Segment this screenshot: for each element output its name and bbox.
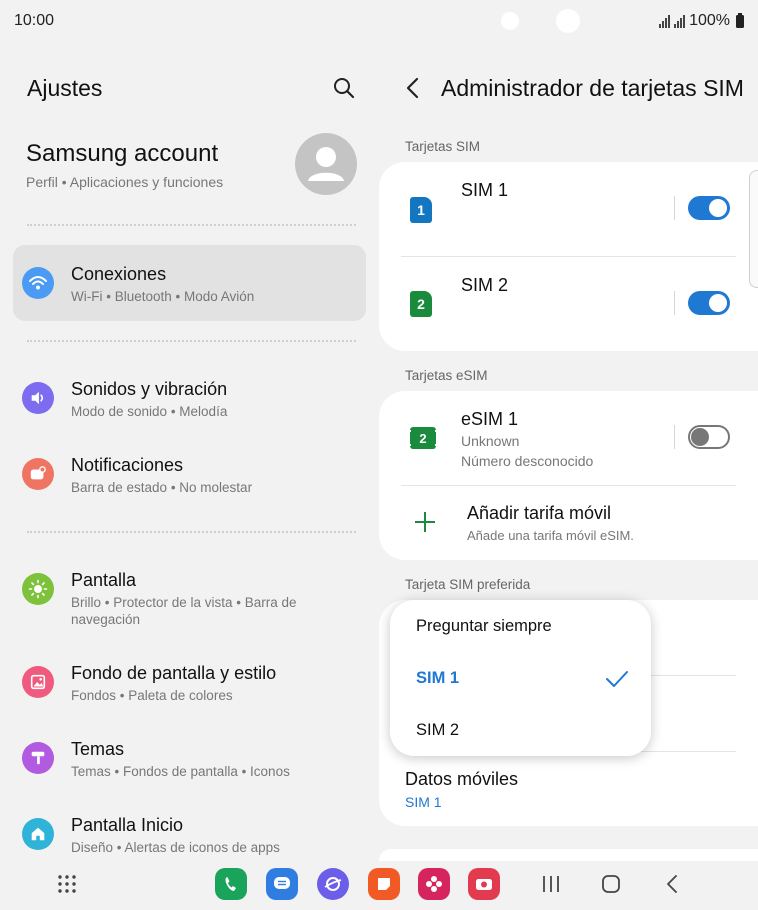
camera-app-icon[interactable] — [468, 868, 500, 900]
esim1-toggle[interactable] — [688, 425, 730, 449]
sun-icon — [22, 573, 54, 605]
back-button-icon[interactable] — [663, 874, 683, 894]
messages-app-icon[interactable] — [266, 868, 298, 900]
option-sim2[interactable]: SIM 2 — [416, 721, 459, 740]
divider — [401, 256, 736, 257]
avatar[interactable] — [295, 133, 357, 195]
notification-icon — [22, 458, 54, 490]
settings-item-subtitle: Fondos • Paleta de colores — [71, 688, 233, 703]
check-icon — [606, 671, 628, 687]
camera-cutout — [501, 12, 519, 30]
samsung-account[interactable]: Samsung account Perfil • Aplicaciones y … — [26, 140, 223, 190]
search-icon[interactable] — [332, 76, 356, 100]
esim1-label: eSIM 1 — [461, 409, 519, 429]
status-icons: 100% — [659, 12, 744, 30]
divider — [27, 224, 356, 226]
separator — [674, 196, 675, 220]
screen: 10:00 100% Ajustes Samsung account Perfi… — [0, 0, 758, 910]
settings-item-title: Pantalla Inicio — [71, 815, 184, 835]
settings-item-title: Fondo de pantalla y estilo — [71, 663, 277, 683]
person-icon — [308, 147, 344, 181]
esim1-number: Número desconocido — [461, 453, 594, 469]
settings-item-subtitle: Wi-Fi • Bluetooth • Modo Avión — [71, 289, 255, 304]
volume-icon — [22, 382, 54, 414]
wallpaper-icon — [22, 666, 54, 698]
settings-item-subtitle: Brillo • Protector de la vista • Barra d… — [71, 595, 297, 627]
section-label-sim: Tarjetas SIM — [405, 139, 481, 154]
gallery-app-icon[interactable] — [418, 868, 450, 900]
signal-icon — [674, 14, 686, 28]
sim1-card-icon: 1 — [410, 197, 432, 223]
settings-item-title: Notificaciones — [71, 455, 184, 475]
battery-icon — [736, 12, 744, 28]
esim-card-icon: 2 — [408, 427, 438, 449]
settings-item-title: Sonidos y vibración — [71, 379, 228, 399]
mobile-data-title: Datos móviles — [405, 769, 519, 789]
preferred-sim-dropdown: Preguntar siempre SIM 1 SIM 2 — [390, 600, 651, 756]
add-plan-title: Añadir tarifa móvil — [467, 503, 612, 523]
settings-item-subtitle: Modo de sonido • Melodía — [71, 404, 228, 419]
settings-item-themes[interactable]: Temas Temas • Fondos de pantalla • Icono… — [13, 720, 366, 796]
home-icon — [22, 818, 54, 850]
recents-icon[interactable] — [541, 874, 561, 894]
settings-item-sounds[interactable]: Sonidos y vibración Modo de sonido • Mel… — [13, 360, 366, 436]
option-sim1[interactable]: SIM 1 — [416, 669, 459, 688]
section-label-esim: Tarjetas eSIM — [405, 368, 488, 383]
phone-app-icon[interactable] — [215, 868, 247, 900]
camera-cutout — [556, 9, 580, 33]
esim1-status: Unknown — [461, 433, 520, 449]
battery-percent: 100% — [689, 12, 730, 29]
account-name: Samsung account — [26, 140, 219, 167]
settings-item-subtitle: Diseño • Alertas de iconos de apps — [71, 840, 280, 855]
option-ask-always[interactable]: Preguntar siempre — [416, 617, 552, 636]
internet-app-icon[interactable] — [317, 868, 349, 900]
page-title: Ajustes — [27, 75, 103, 101]
plus-icon — [415, 512, 435, 532]
settings-item-display[interactable]: Pantalla Brillo • Protector de la vista … — [13, 551, 366, 637]
settings-item-title: Temas — [71, 739, 125, 759]
back-arrow-icon[interactable] — [402, 76, 424, 100]
divider — [401, 485, 736, 486]
settings-item-notifications[interactable]: Notificaciones Barra de estado • No mole… — [13, 436, 366, 512]
section-label-preferred: Tarjeta SIM preferida — [405, 577, 531, 592]
sim2-card-icon: 2 — [410, 291, 432, 317]
mobile-data-value: SIM 1 — [405, 794, 442, 810]
settings-item-connections[interactable]: Conexiones Wi-Fi • Bluetooth • Modo Avió… — [13, 245, 366, 321]
esim-card: 2 eSIM 1 Unknown Número desconocido Añad… — [379, 391, 758, 560]
separator — [674, 425, 675, 449]
sim1-label: SIM 1 — [461, 180, 509, 200]
settings-item-subtitle: Temas • Fondos de pantalla • Iconos — [71, 764, 290, 779]
page-title: Administrador de tarjetas SIM — [441, 75, 744, 101]
apps-grid-icon[interactable] — [57, 874, 77, 894]
notes-app-icon[interactable] — [368, 868, 400, 900]
sim1-toggle[interactable] — [688, 196, 730, 220]
settings-item-title: Pantalla — [71, 570, 137, 590]
sim2-label: SIM 2 — [461, 275, 509, 295]
status-bar: 10:00 100% — [0, 0, 758, 44]
settings-item-wallpaper[interactable]: Fondo de pantalla y estilo Fondos • Pale… — [13, 644, 366, 720]
divider — [27, 531, 356, 533]
taskbar — [0, 860, 758, 910]
signal-icon — [659, 14, 671, 28]
sim-cards-card: 1 SIM 1 2 SIM 2 — [379, 162, 758, 351]
scrollbar[interactable] — [749, 170, 758, 288]
settings-item-title: Conexiones — [71, 264, 167, 284]
account-subtitle: Perfil • Aplicaciones y funciones — [26, 174, 224, 190]
brush-icon — [22, 742, 54, 774]
add-plan-subtitle: Añade una tarifa móvil eSIM. — [467, 528, 634, 543]
home-button-icon[interactable] — [601, 874, 621, 894]
divider — [27, 340, 356, 342]
wifi-icon — [22, 267, 54, 299]
separator — [674, 291, 675, 315]
settings-item-subtitle: Barra de estado • No molestar — [71, 480, 253, 495]
sim2-toggle[interactable] — [688, 291, 730, 315]
status-time: 10:00 — [14, 12, 55, 29]
